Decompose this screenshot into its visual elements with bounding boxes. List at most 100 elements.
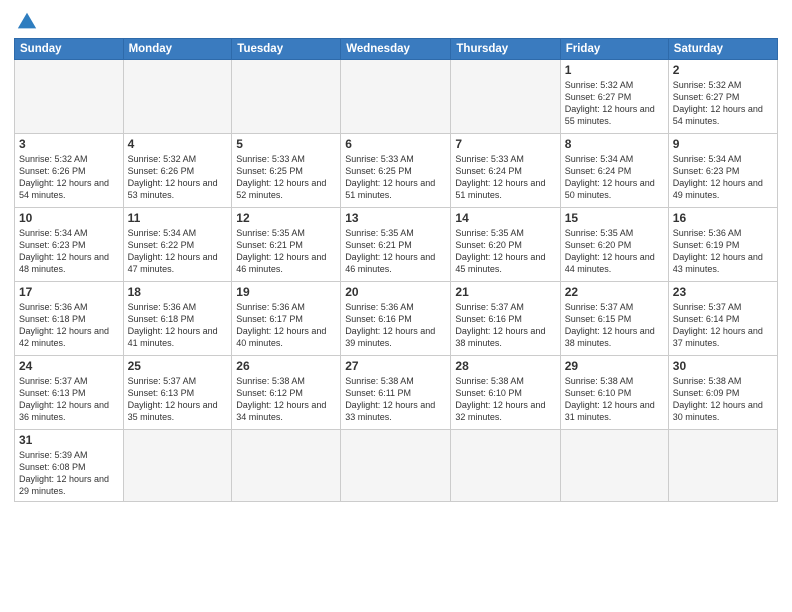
day-info: Sunrise: 5:35 AM Sunset: 6:21 PM Dayligh… xyxy=(236,227,336,276)
calendar-cell: 10 Sunrise: 5:34 AM Sunset: 6:23 PM Dayli… xyxy=(15,208,124,282)
day-info: Sunrise: 5:33 AM Sunset: 6:24 PM Dayligh… xyxy=(455,153,555,202)
day-number: 9 xyxy=(673,137,773,151)
calendar-week-row: 1 Sunrise: 5:32 AM Sunset: 6:27 PM Daylig… xyxy=(15,60,778,134)
day-number: 1 xyxy=(565,63,664,77)
logo-icon xyxy=(16,10,38,32)
calendar-cell xyxy=(232,60,341,134)
day-info: Sunrise: 5:37 AM Sunset: 6:13 PM Dayligh… xyxy=(19,375,119,424)
day-number: 10 xyxy=(19,211,119,225)
calendar-table: SundayMondayTuesdayWednesdayThursdayFrid… xyxy=(14,38,778,502)
calendar-header-saturday: Saturday xyxy=(668,39,777,60)
page: SundayMondayTuesdayWednesdayThursdayFrid… xyxy=(0,0,792,612)
calendar-header-sunday: Sunday xyxy=(15,39,124,60)
day-number: 6 xyxy=(345,137,446,151)
calendar-cell: 23Sunrise: 5:37 AM Sunset: 6:14 PM Dayli… xyxy=(668,282,777,356)
day-info: Sunrise: 5:36 AM Sunset: 6:18 PM Dayligh… xyxy=(19,301,119,350)
day-number: 11 xyxy=(128,211,228,225)
calendar-cell xyxy=(123,60,232,134)
day-number: 25 xyxy=(128,359,228,373)
day-number: 17 xyxy=(19,285,119,299)
day-info: Sunrise: 5:37 AM Sunset: 6:13 PM Dayligh… xyxy=(128,375,228,424)
day-number: 19 xyxy=(236,285,336,299)
day-number: 13 xyxy=(345,211,446,225)
calendar-cell: 12 Sunrise: 5:35 AM Sunset: 6:21 PM Dayli… xyxy=(232,208,341,282)
calendar-cell: 20 Sunrise: 5:36 AM Sunset: 6:16 PM Dayli… xyxy=(341,282,451,356)
calendar-cell: 8Sunrise: 5:34 AM Sunset: 6:24 PM Daylig… xyxy=(560,134,668,208)
day-number: 16 xyxy=(673,211,773,225)
day-number: 14 xyxy=(455,211,555,225)
day-info: Sunrise: 5:38 AM Sunset: 6:12 PM Dayligh… xyxy=(236,375,336,424)
calendar-cell: 28 Sunrise: 5:38 AM Sunset: 6:10 PM Dayli… xyxy=(451,356,560,430)
day-info: Sunrise: 5:37 AM Sunset: 6:15 PM Dayligh… xyxy=(565,301,664,350)
day-info: Sunrise: 5:35 AM Sunset: 6:20 PM Dayligh… xyxy=(565,227,664,276)
calendar-cell: 1 Sunrise: 5:32 AM Sunset: 6:27 PM Daylig… xyxy=(560,60,668,134)
day-info: Sunrise: 5:32 AM Sunset: 6:26 PM Dayligh… xyxy=(128,153,228,202)
calendar-cell xyxy=(341,430,451,502)
logo xyxy=(14,10,38,32)
day-info: Sunrise: 5:33 AM Sunset: 6:25 PM Dayligh… xyxy=(236,153,336,202)
calendar-cell: 7 Sunrise: 5:33 AM Sunset: 6:24 PM Daylig… xyxy=(451,134,560,208)
day-info: Sunrise: 5:32 AM Sunset: 6:27 PM Dayligh… xyxy=(565,79,664,128)
day-info: Sunrise: 5:38 AM Sunset: 6:11 PM Dayligh… xyxy=(345,375,446,424)
day-info: Sunrise: 5:32 AM Sunset: 6:26 PM Dayligh… xyxy=(19,153,119,202)
calendar-header-monday: Monday xyxy=(123,39,232,60)
calendar-cell xyxy=(15,60,124,134)
calendar-header-tuesday: Tuesday xyxy=(232,39,341,60)
day-info: Sunrise: 5:35 AM Sunset: 6:20 PM Dayligh… xyxy=(455,227,555,276)
day-info: Sunrise: 5:32 AM Sunset: 6:27 PM Dayligh… xyxy=(673,79,773,128)
day-info: Sunrise: 5:37 AM Sunset: 6:14 PM Dayligh… xyxy=(673,301,773,350)
day-info: Sunrise: 5:36 AM Sunset: 6:16 PM Dayligh… xyxy=(345,301,446,350)
calendar-cell: 13 Sunrise: 5:35 AM Sunset: 6:21 PM Dayli… xyxy=(341,208,451,282)
calendar-cell: 31 Sunrise: 5:39 AM Sunset: 6:08 PM Dayli… xyxy=(15,430,124,502)
day-info: Sunrise: 5:36 AM Sunset: 6:18 PM Dayligh… xyxy=(128,301,228,350)
calendar-week-row: 24 Sunrise: 5:37 AM Sunset: 6:13 PM Dayli… xyxy=(15,356,778,430)
day-number: 29 xyxy=(565,359,664,373)
calendar-cell: 21 Sunrise: 5:37 AM Sunset: 6:16 PM Dayli… xyxy=(451,282,560,356)
day-number: 31 xyxy=(19,433,119,447)
day-number: 24 xyxy=(19,359,119,373)
day-number: 8 xyxy=(565,137,664,151)
day-info: Sunrise: 5:36 AM Sunset: 6:19 PM Dayligh… xyxy=(673,227,773,276)
calendar-cell: 14 Sunrise: 5:35 AM Sunset: 6:20 PM Dayli… xyxy=(451,208,560,282)
day-number: 12 xyxy=(236,211,336,225)
day-info: Sunrise: 5:38 AM Sunset: 6:10 PM Dayligh… xyxy=(455,375,555,424)
day-number: 21 xyxy=(455,285,555,299)
calendar-cell: 3 Sunrise: 5:32 AM Sunset: 6:26 PM Daylig… xyxy=(15,134,124,208)
calendar-cell xyxy=(451,430,560,502)
day-info: Sunrise: 5:35 AM Sunset: 6:21 PM Dayligh… xyxy=(345,227,446,276)
calendar-week-row: 3 Sunrise: 5:32 AM Sunset: 6:26 PM Daylig… xyxy=(15,134,778,208)
header xyxy=(14,10,778,32)
calendar-cell: 5Sunrise: 5:33 AM Sunset: 6:25 PM Daylig… xyxy=(232,134,341,208)
day-info: Sunrise: 5:37 AM Sunset: 6:16 PM Dayligh… xyxy=(455,301,555,350)
calendar-cell: 19 Sunrise: 5:36 AM Sunset: 6:17 PM Dayli… xyxy=(232,282,341,356)
day-number: 4 xyxy=(128,137,228,151)
calendar-cell: 25 Sunrise: 5:37 AM Sunset: 6:13 PM Dayli… xyxy=(123,356,232,430)
calendar-header-wednesday: Wednesday xyxy=(341,39,451,60)
day-info: Sunrise: 5:34 AM Sunset: 6:23 PM Dayligh… xyxy=(19,227,119,276)
calendar-cell xyxy=(451,60,560,134)
day-info: Sunrise: 5:34 AM Sunset: 6:23 PM Dayligh… xyxy=(673,153,773,202)
day-number: 20 xyxy=(345,285,446,299)
day-number: 18 xyxy=(128,285,228,299)
calendar-week-row: 10 Sunrise: 5:34 AM Sunset: 6:23 PM Dayli… xyxy=(15,208,778,282)
calendar-cell: 6 Sunrise: 5:33 AM Sunset: 6:25 PM Daylig… xyxy=(341,134,451,208)
day-number: 3 xyxy=(19,137,119,151)
calendar-cell: 18 Sunrise: 5:36 AM Sunset: 6:18 PM Dayli… xyxy=(123,282,232,356)
calendar-cell: 29Sunrise: 5:38 AM Sunset: 6:10 PM Dayli… xyxy=(560,356,668,430)
day-info: Sunrise: 5:33 AM Sunset: 6:25 PM Dayligh… xyxy=(345,153,446,202)
day-info: Sunrise: 5:36 AM Sunset: 6:17 PM Dayligh… xyxy=(236,301,336,350)
calendar-cell: 16 Sunrise: 5:36 AM Sunset: 6:19 PM Dayli… xyxy=(668,208,777,282)
day-number: 7 xyxy=(455,137,555,151)
calendar-week-row: 17 Sunrise: 5:36 AM Sunset: 6:18 PM Dayli… xyxy=(15,282,778,356)
day-number: 28 xyxy=(455,359,555,373)
calendar-cell: 27Sunrise: 5:38 AM Sunset: 6:11 PM Dayli… xyxy=(341,356,451,430)
calendar-cell xyxy=(668,430,777,502)
calendar-header-friday: Friday xyxy=(560,39,668,60)
calendar-cell: 15Sunrise: 5:35 AM Sunset: 6:20 PM Dayli… xyxy=(560,208,668,282)
day-info: Sunrise: 5:39 AM Sunset: 6:08 PM Dayligh… xyxy=(19,449,119,498)
calendar-cell: 17 Sunrise: 5:36 AM Sunset: 6:18 PM Dayli… xyxy=(15,282,124,356)
calendar-cell: 2Sunrise: 5:32 AM Sunset: 6:27 PM Daylig… xyxy=(668,60,777,134)
calendar-cell xyxy=(123,430,232,502)
calendar-cell xyxy=(560,430,668,502)
calendar-cell xyxy=(232,430,341,502)
